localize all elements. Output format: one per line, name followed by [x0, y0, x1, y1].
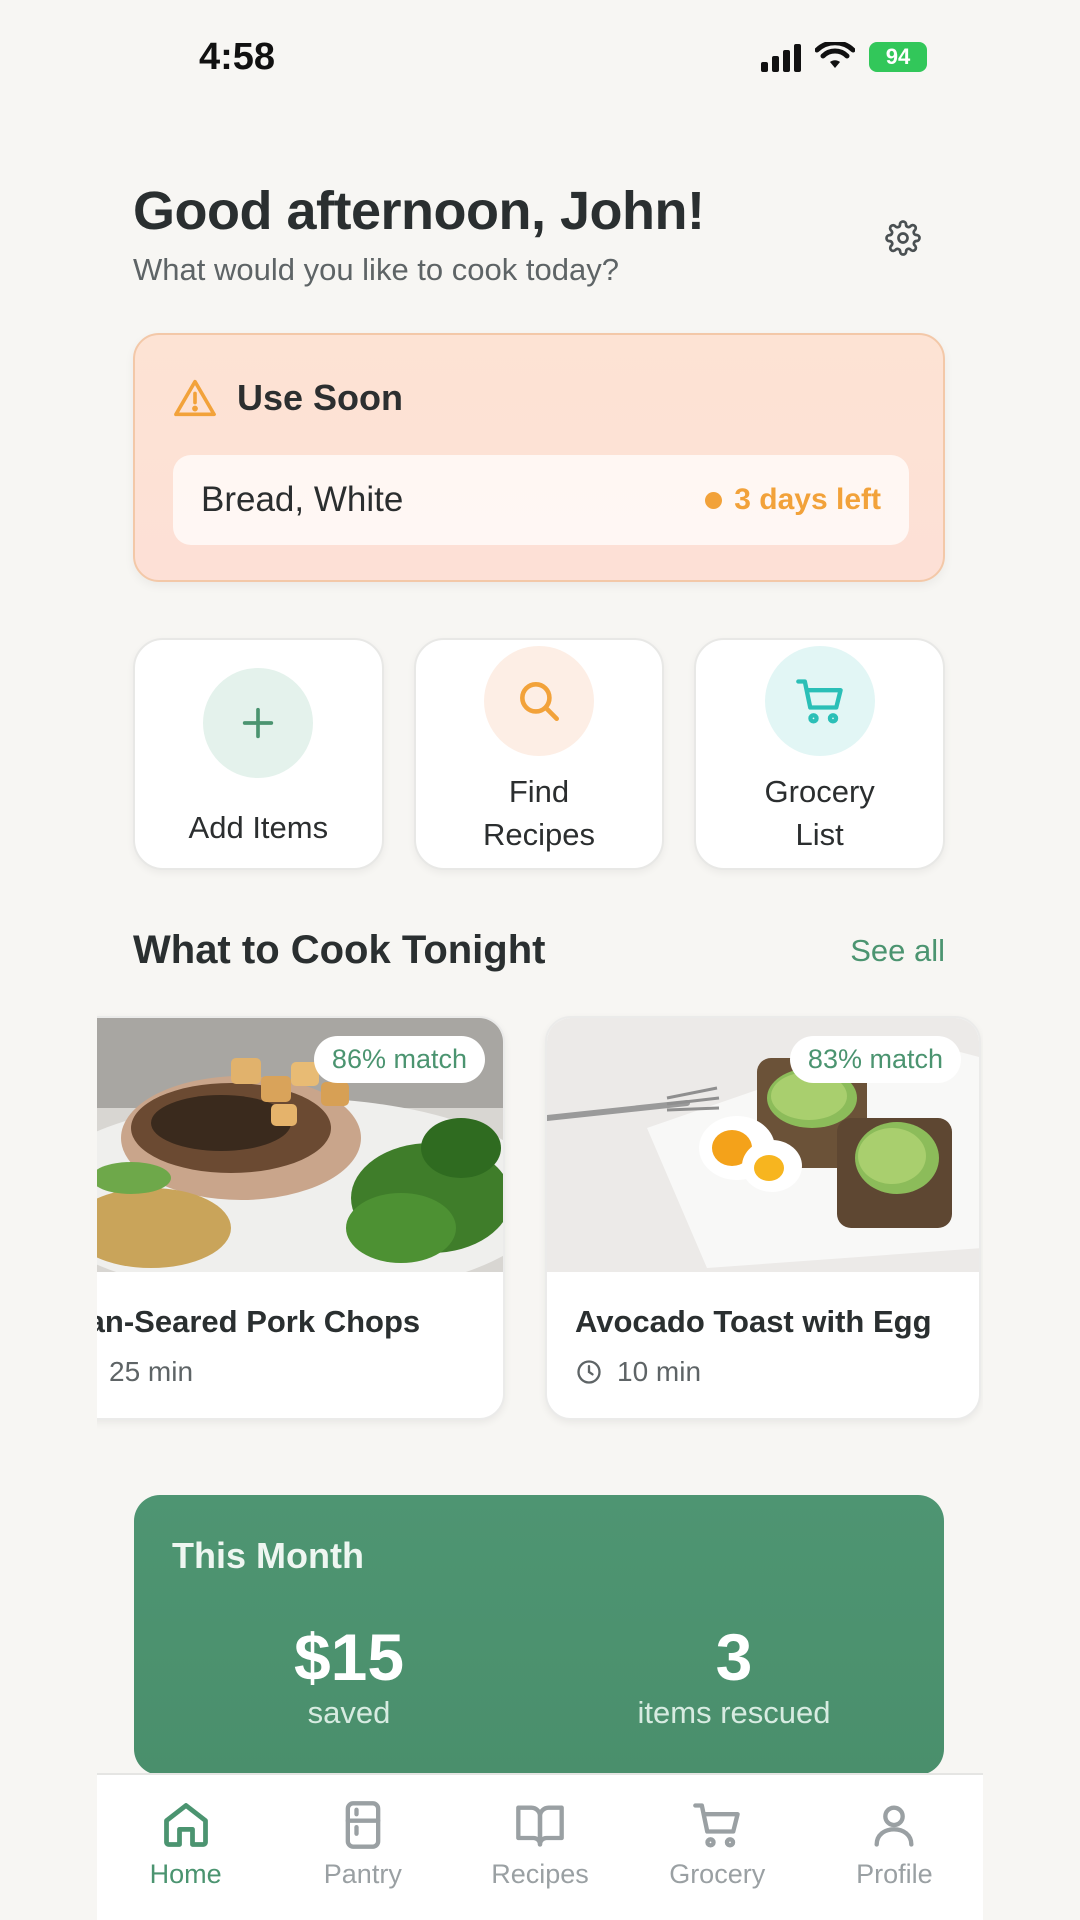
battery-indicator: 94: [869, 42, 927, 72]
section-title: What to Cook Tonight: [133, 928, 546, 972]
recipe-card[interactable]: 83% match Avocado Toast with Egg 10 min: [545, 1016, 981, 1420]
use-soon-card[interactable]: Use Soon Bread, White 3 days left: [133, 333, 945, 582]
search-icon: [520, 682, 559, 721]
wifi-icon: [815, 42, 855, 68]
recipe-time: 25 min: [97, 1356, 193, 1388]
home-icon: [163, 1803, 208, 1847]
grocery-list-label: Grocery List: [764, 774, 875, 853]
expiry-status: 3 days left: [705, 483, 881, 517]
quick-actions: Add Items Find Recipes Grocery List: [133, 638, 946, 870]
nav-grocery[interactable]: Grocery: [629, 1775, 806, 1920]
add-items-button[interactable]: Add Items: [133, 638, 384, 870]
user-icon: [874, 1805, 914, 1847]
nav-profile[interactable]: Profile: [806, 1775, 983, 1920]
expiry-text: 3 days left: [734, 483, 881, 516]
use-soon-item[interactable]: Bread, White 3 days left: [173, 455, 909, 545]
rescued-value: 3: [715, 1620, 753, 1694]
saved-stat: $15 saved: [264, 1619, 434, 1731]
plus-icon: [243, 707, 274, 739]
greeting-subtitle: What would you like to cook today?: [133, 252, 619, 287]
nav-profile-label: Profile: [856, 1859, 933, 1889]
recipe-title: Avocado Toast with Egg: [575, 1304, 932, 1339]
this-month-card: This Month $15 saved 3 items rescued: [134, 1495, 944, 1775]
recipe-card[interactable]: 86% match Pan-Seared Pork Chops 25 min: [97, 1016, 505, 1420]
saved-value: $15: [293, 1620, 405, 1694]
recipe-image: 86% match: [97, 1018, 503, 1272]
use-soon-header: Use Soon: [173, 377, 403, 419]
bottom-nav: Home Pantry Recipes Grocery Profile: [97, 1773, 983, 1920]
book-icon: [516, 1805, 564, 1847]
rescued-stat: 3 items rescued: [604, 1619, 864, 1731]
cart-icon: [795, 679, 843, 724]
find-recipes-button[interactable]: Find Recipes: [413, 638, 665, 870]
use-soon-title: Use Soon: [237, 377, 404, 418]
nav-home-label: Home: [149, 1859, 222, 1889]
rescued-label: items rescued: [637, 1695, 831, 1730]
fridge-icon: [345, 1801, 381, 1849]
recipe-time-text: 10 min: [617, 1356, 702, 1387]
nav-pantry-label: Pantry: [323, 1859, 402, 1889]
nav-home[interactable]: Home: [97, 1775, 274, 1920]
find-recipes-label: Find Recipes: [483, 774, 595, 853]
app-screen: 4:58 94 Good afternoon, John! What would…: [97, 0, 983, 1920]
recipe-time: 10 min: [575, 1356, 701, 1388]
grocery-list-button[interactable]: Grocery List: [694, 638, 946, 870]
status-dot: [705, 491, 723, 509]
match-badge: 83% match: [789, 1036, 961, 1083]
this-month-title: This Month: [172, 1535, 364, 1576]
plus-icon-circle: [203, 668, 314, 778]
nav-recipes[interactable]: Recipes: [451, 1775, 628, 1920]
clock-icon: [577, 1360, 601, 1384]
status-bar: 4:58 94: [97, 0, 983, 120]
settings-button[interactable]: [881, 216, 925, 260]
cook-tonight-header: What to Cook Tonight See all: [133, 928, 945, 973]
saved-label: saved: [307, 1695, 391, 1730]
recipe-image: 83% match: [547, 1018, 979, 1272]
nav-grocery-label: Grocery: [669, 1859, 766, 1889]
cart-icon-circle: [764, 646, 875, 756]
recipe-carousel[interactable]: 86% match Pan-Seared Pork Chops 25 min 8…: [97, 1016, 981, 1420]
signal-icon: [761, 42, 801, 72]
see-all-link[interactable]: See all: [850, 933, 945, 969]
cart-icon: [693, 1803, 740, 1848]
search-icon-circle: [484, 646, 594, 756]
gear-icon: [885, 220, 921, 256]
status-icons: 94: [761, 42, 927, 72]
match-badge: 86% match: [313, 1036, 485, 1083]
add-items-label: Add Items: [188, 810, 329, 845]
greeting-block: Good afternoon, John! What would you lik…: [133, 180, 933, 288]
nav-recipes-label: Recipes: [491, 1859, 589, 1889]
greeting-title: Good afternoon, John!: [133, 181, 705, 241]
nav-pantry[interactable]: Pantry: [274, 1775, 451, 1920]
recipe-title: Pan-Seared Pork Chops: [97, 1304, 421, 1339]
warning-icon: [174, 379, 216, 417]
item-name: Bread, White: [201, 480, 404, 519]
recipe-time-text: 25 min: [109, 1356, 194, 1387]
status-time: 4:58: [199, 36, 276, 78]
